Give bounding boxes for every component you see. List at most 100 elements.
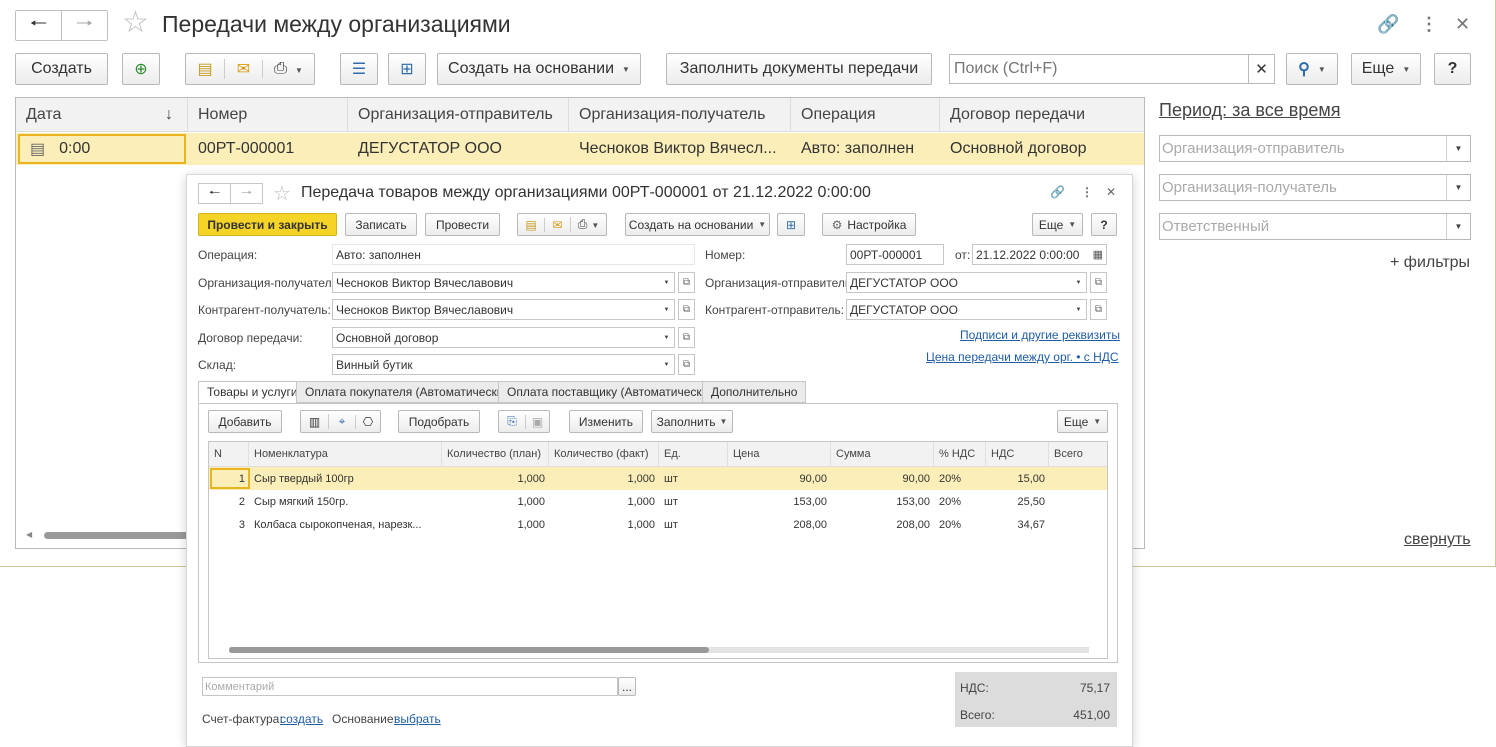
add-copy-icon[interactable]: ⊕ [122, 53, 160, 85]
row-price[interactable]: 90,00 [728, 467, 831, 490]
fill-docs-button[interactable]: Заполнить документы передачи [666, 53, 932, 85]
row-sum[interactable]: 153,00 [831, 490, 934, 513]
collapse-link[interactable]: свернуть [1404, 531, 1471, 549]
save-button[interactable]: Записать [345, 213, 417, 236]
chevron-down-icon[interactable]: ▼ [1446, 175, 1470, 200]
period-link[interactable]: Период: за все время [1159, 100, 1340, 121]
more-button[interactable]: Еще ▼ [1351, 53, 1421, 85]
printer-icon[interactable]: ⎙ ▼ [262, 60, 314, 78]
add-filters-link[interactable]: + фильтры [1390, 254, 1470, 272]
create-based-button[interactable]: Создать на основании ▼ [625, 213, 770, 236]
search-input[interactable] [950, 55, 1246, 83]
data-collector-icon[interactable]: ⎔ [355, 414, 380, 429]
mail-icon[interactable]: ✉ [544, 217, 570, 232]
row-vat[interactable]: 25,50 [986, 490, 1049, 513]
open-icon[interactable]: ⧉ [678, 354, 695, 375]
post-close-button[interactable]: Провести и закрыть [198, 213, 337, 236]
link-icon[interactable]: 🔗 [1050, 185, 1065, 199]
filter-receiver[interactable]: Организация-получатель ▼ [1159, 174, 1471, 201]
mail-icon[interactable]: ✉ [224, 59, 262, 79]
printer-icon[interactable]: ⎙ ▼ [570, 217, 606, 232]
tab-buyer-payment[interactable]: Оплата покупателя (Автоматически) [296, 381, 517, 403]
filter-sender[interactable]: Организация-отправитель ▼ [1159, 135, 1471, 162]
row-vat-rate[interactable]: 20% [934, 513, 986, 536]
row-unit[interactable]: шт [659, 513, 728, 536]
transfer-price-link[interactable]: Цена передачи между орг. • с НДС [926, 350, 1119, 364]
col-unit[interactable]: Ед. [659, 442, 728, 467]
tab-goods[interactable]: Товары и услуги [198, 381, 307, 403]
row-qty-plan[interactable]: 1,000 [442, 513, 549, 536]
date-field[interactable]: 21.12.2022 0:00:00 ▦ [972, 244, 1107, 265]
horizontal-scrollbar[interactable] [44, 532, 194, 539]
col-vat[interactable]: НДС [986, 442, 1049, 467]
row-price[interactable]: 208,00 [728, 513, 831, 536]
cp-receiver-field[interactable]: Чесноков Виктор Вячеславович ▼ [332, 299, 675, 320]
open-icon[interactable]: ⧉ [678, 327, 695, 348]
operation-field[interactable]: Авто: заполнен [332, 244, 695, 265]
col-operation[interactable]: Операция [791, 98, 940, 132]
create-based-button[interactable]: Создать на основании ▼ [437, 53, 641, 85]
open-icon[interactable]: ⧉ [678, 299, 695, 320]
favorite-star-icon[interactable]: ☆ [122, 8, 149, 38]
col-vat-rate[interactable]: % НДС [934, 442, 986, 467]
row-sum[interactable]: 90,00 [831, 467, 934, 490]
scanner-icon[interactable]: ⌖ [328, 414, 355, 429]
document-report-icon[interactable]: ▤ [518, 218, 544, 232]
post-button[interactable]: Провести [425, 213, 500, 236]
comment-input[interactable]: Комментарий [202, 677, 618, 696]
org-sender-field[interactable]: ДЕГУСТАТОР ООО ▼ [846, 272, 1087, 293]
org-receiver-field[interactable]: Чесноков Виктор Вячеславович ▼ [332, 272, 675, 293]
forward-arrow-icon[interactable]: 🠒 [61, 11, 107, 40]
col-sender[interactable]: Организация-отправитель [348, 98, 569, 132]
row-unit[interactable]: шт [659, 490, 728, 513]
row-qty-fact[interactable]: 1,000 [549, 467, 659, 490]
row-item[interactable]: Колбаса сырокопченая, нарезк... [249, 513, 442, 536]
col-qty-plan[interactable]: Количество (план) [442, 442, 549, 467]
chevron-down-icon[interactable]: ▼ [659, 300, 674, 319]
row-sum[interactable]: 208,00 [831, 513, 934, 536]
number-field[interactable]: 00РТ-000001 [846, 244, 944, 265]
row-vat-rate[interactable]: 20% [934, 467, 986, 490]
more-vertical-icon[interactable]: ⋮ [1420, 14, 1438, 35]
change-button[interactable]: Изменить [569, 410, 643, 433]
document-report-icon[interactable]: ▤ [186, 59, 224, 79]
open-icon[interactable]: ⧉ [1090, 272, 1107, 293]
row-n[interactable]: 2 [209, 490, 249, 513]
invoice-create-link[interactable]: создать [280, 712, 323, 726]
col-sum[interactable]: Сумма [831, 442, 934, 467]
chevron-down-icon[interactable]: ▼ [659, 328, 674, 347]
pick-button[interactable]: Подобрать [398, 410, 480, 433]
chevron-down-icon[interactable]: ▼ [659, 273, 674, 292]
fill-button[interactable]: Заполнить ▼ [651, 410, 733, 433]
open-icon[interactable]: ⧉ [1090, 299, 1107, 320]
col-date[interactable]: Дата ↓ [16, 98, 188, 132]
contract-field[interactable]: Основной договор ▼ [332, 327, 675, 348]
calendar-icon[interactable]: ▦ [1093, 248, 1103, 261]
more-vertical-icon[interactable]: ⋮ [1081, 185, 1093, 199]
help-button[interactable]: ? [1434, 53, 1471, 85]
row-unit[interactable]: шт [659, 467, 728, 490]
barcode-icon[interactable]: ▥ [301, 415, 328, 429]
close-icon[interactable]: ✕ [1106, 185, 1116, 199]
row-n[interactable]: 1 [209, 467, 249, 490]
tab-supplier-payment[interactable]: Оплата поставщику (Автоматически) [498, 381, 722, 403]
filter-responsible[interactable]: Ответственный ▼ [1159, 213, 1471, 240]
chevron-down-icon[interactable]: ▼ [659, 355, 674, 374]
search-icon[interactable]: ⚲ ▼ [1286, 53, 1338, 85]
clear-search-icon[interactable]: ✕ [1248, 55, 1274, 83]
structure-icon[interactable]: ⊞ [388, 53, 426, 85]
list-icon[interactable]: ☰ [340, 53, 378, 85]
col-total[interactable]: Всего [1049, 442, 1107, 467]
date-cell[interactable]: ▤ 0:00 [18, 134, 186, 164]
settings-button[interactable]: ⚙ Настройка [822, 213, 916, 236]
scroll-left-icon[interactable]: ◀ [26, 530, 32, 539]
open-icon[interactable]: ⧉ [678, 272, 695, 293]
create-button[interactable]: Создать [15, 53, 108, 85]
row-n[interactable]: 3 [209, 513, 249, 536]
row-vat[interactable]: 15,00 [986, 467, 1049, 490]
chevron-down-icon[interactable]: ▼ [1071, 273, 1086, 292]
chevron-down-icon[interactable]: ▼ [1446, 214, 1470, 239]
col-number[interactable]: Номер [188, 98, 348, 132]
tab-additional[interactable]: Дополнительно [702, 381, 807, 403]
chevron-down-icon[interactable]: ▼ [1446, 136, 1470, 161]
